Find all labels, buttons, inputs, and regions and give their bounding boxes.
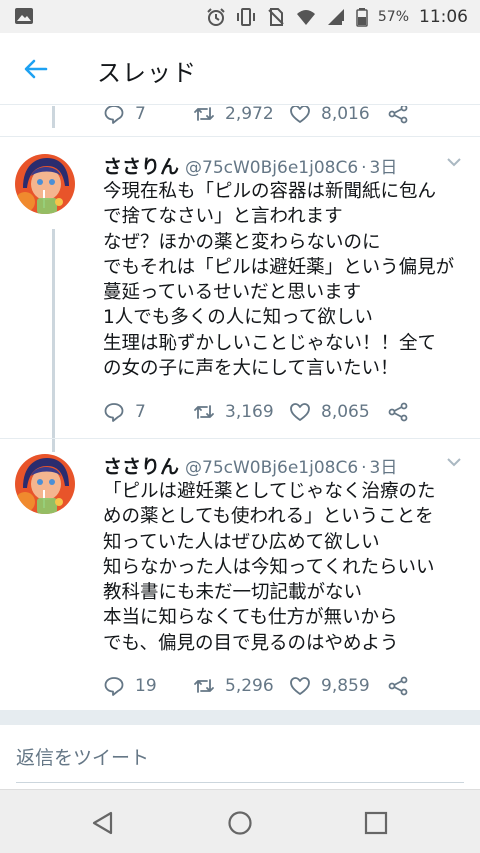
retweet-count: 3,169 [225, 402, 274, 422]
avatar[interactable] [15, 154, 75, 214]
tweet-text-line: 知っていた人はぜひ広めて欲しい [103, 531, 380, 553]
tweet-actions: 19 5,296 9,859 [103, 674, 411, 698]
tweet[interactable]: ささりん @75cW0Bj6e1j08C6 · 3日 今現在私も「ピルの容器は新… [0, 152, 480, 442]
tweet-header: ささりん @75cW0Bj6e1j08C6 · 3日 [103, 452, 460, 478]
app-header: スレッド [0, 33, 480, 105]
gallery-icon [15, 8, 33, 24]
avatar[interactable] [15, 454, 75, 514]
tweet-text: 今現在私も「ピルの容器は新聞紙に包ん で捨てなさい」と言われます なぜ？ほかの薬… [103, 179, 471, 381]
retweet-icon [194, 405, 214, 419]
share-button[interactable] [387, 106, 411, 125]
tweet-text-line: 蔓延っているせいだと思います [103, 282, 362, 304]
recents-square-icon[interactable] [363, 810, 389, 836]
wifi-icon [296, 9, 315, 25]
alarm-icon [207, 7, 225, 26]
display-name[interactable]: ささりん [103, 452, 179, 479]
share-button[interactable] [387, 401, 411, 423]
share-button[interactable] [387, 675, 411, 697]
heart-icon [290, 403, 310, 421]
reply-input[interactable]: 返信をツイート [16, 743, 149, 770]
reply-button[interactable]: 7 [103, 106, 193, 125]
reply-button[interactable]: 7 [103, 401, 193, 423]
tweet[interactable]: ささりん @75cW0Bj6e1j08C6 · 3日 「ピルは避妊薬としてじゃな… [0, 452, 480, 712]
retweet-count: 2,972 [225, 106, 274, 124]
reply-count: 19 [135, 676, 157, 696]
tweet-text-line: の女の子に声を大にして言いたい！ [103, 358, 399, 380]
tweet-text-line: でもそれは「ピルは避妊薬」という偏見が [103, 256, 455, 278]
display-name[interactable]: ささりん [103, 152, 179, 179]
back-triangle-icon[interactable] [90, 810, 116, 836]
signal-icon [327, 8, 345, 25]
retweet-icon [194, 107, 214, 121]
user-handle[interactable]: @75cW0Bj6e1j08C6 [185, 158, 358, 178]
tweet-actions: 7 3,169 8,065 [103, 400, 411, 424]
tweet-divider [0, 136, 480, 137]
like-count: 8,016 [321, 106, 370, 124]
reply-count: 7 [135, 106, 146, 124]
thread: 7 2,972 8,016 ささりん @75cW0Bj6e1j08C6 · 3日… [0, 106, 480, 712]
retweet-button[interactable]: 3,169 [193, 401, 289, 423]
tweet-actions: 7 2,972 8,016 [103, 106, 411, 126]
tweet-text-line: 生理は恥ずかしいことじゃない！！全て [103, 332, 437, 354]
reply-composer: 返信をツイート [0, 724, 480, 789]
tweet-text-line: で捨てなさい」と言われます [103, 206, 343, 228]
avatar-illustration [15, 154, 75, 214]
reply-icon [104, 106, 124, 124]
reply-icon [104, 677, 124, 696]
retweet-count: 5,296 [225, 676, 274, 696]
user-handle[interactable]: @75cW0Bj6e1j08C6 [185, 458, 358, 478]
home-circle-icon[interactable] [227, 810, 253, 836]
reply-count: 7 [135, 402, 146, 422]
tweet-divider [0, 438, 480, 439]
heart-icon [290, 677, 310, 695]
chevron-down-icon[interactable] [446, 156, 462, 168]
separator-dot: · [361, 458, 367, 478]
system-nav-bar [0, 789, 480, 853]
separator-dot: · [361, 158, 367, 178]
tweet-text-line: 今現在私も「ピルの容器は新聞紙に包ん [103, 181, 437, 202]
avatar-illustration [15, 454, 75, 514]
tweet-text-line: なぜ？ほかの薬と変わらないのに [103, 231, 381, 253]
tweet-time: 3日 [369, 158, 398, 178]
like-button[interactable]: 8,065 [289, 401, 387, 423]
heart-icon [290, 106, 310, 123]
page-title: スレッド [97, 59, 197, 87]
tweet-text-line: 教科書にも未だ一切記載がない [103, 582, 363, 604]
like-count: 9,859 [321, 676, 370, 696]
share-icon [388, 106, 408, 124]
retweet-button[interactable]: 2,972 [193, 106, 289, 125]
retweet-button[interactable]: 5,296 [193, 675, 289, 697]
no-sim-icon [268, 7, 284, 26]
like-button[interactable]: 9,859 [289, 675, 387, 697]
chevron-down-icon[interactable] [446, 456, 462, 468]
share-icon [388, 402, 408, 422]
back-arrow-icon[interactable] [22, 55, 50, 83]
battery-icon [356, 7, 368, 27]
reply-input-underline [16, 782, 464, 783]
reply-icon [104, 403, 124, 422]
tweet-text: 「ピルは避妊薬としてじゃなく治療のた めの薬としても使われる」ということを 知っ… [103, 479, 471, 656]
tweet-header: ささりん @75cW0Bj6e1j08C6 · 3日 [103, 152, 460, 178]
tweet-text-line: でも、偏見の目で見るのはやめよう [103, 632, 399, 654]
tweet-time: 3日 [369, 458, 398, 478]
like-count: 8,065 [321, 402, 370, 422]
share-icon [388, 676, 408, 696]
clock: 11:06 [419, 6, 468, 27]
reply-button[interactable]: 19 [103, 675, 193, 697]
tweet-text-line: 「ピルは避妊薬としてじゃなく治療のた [103, 481, 436, 502]
like-button[interactable]: 8,016 [289, 106, 387, 125]
battery-percent: 57% [377, 8, 409, 25]
status-icons: 57% 11:06 [206, 0, 468, 33]
tweet-text-line: 本当に知らなくても仕方が無いから [103, 607, 398, 629]
retweet-icon [194, 679, 214, 693]
tweet-text-line: めの薬としても使われる」ということを [103, 506, 434, 528]
status-bar: 57% 11:06 [0, 0, 480, 33]
thread-connector-line [52, 106, 55, 128]
thread-end-divider [0, 710, 480, 724]
tweet-text-line: 1人でも多くの人に知って欲しい [103, 307, 373, 329]
vibrate-icon [236, 7, 255, 26]
tweet-text-line: 知らなかった人は今知ってくれたらいい [103, 556, 435, 578]
